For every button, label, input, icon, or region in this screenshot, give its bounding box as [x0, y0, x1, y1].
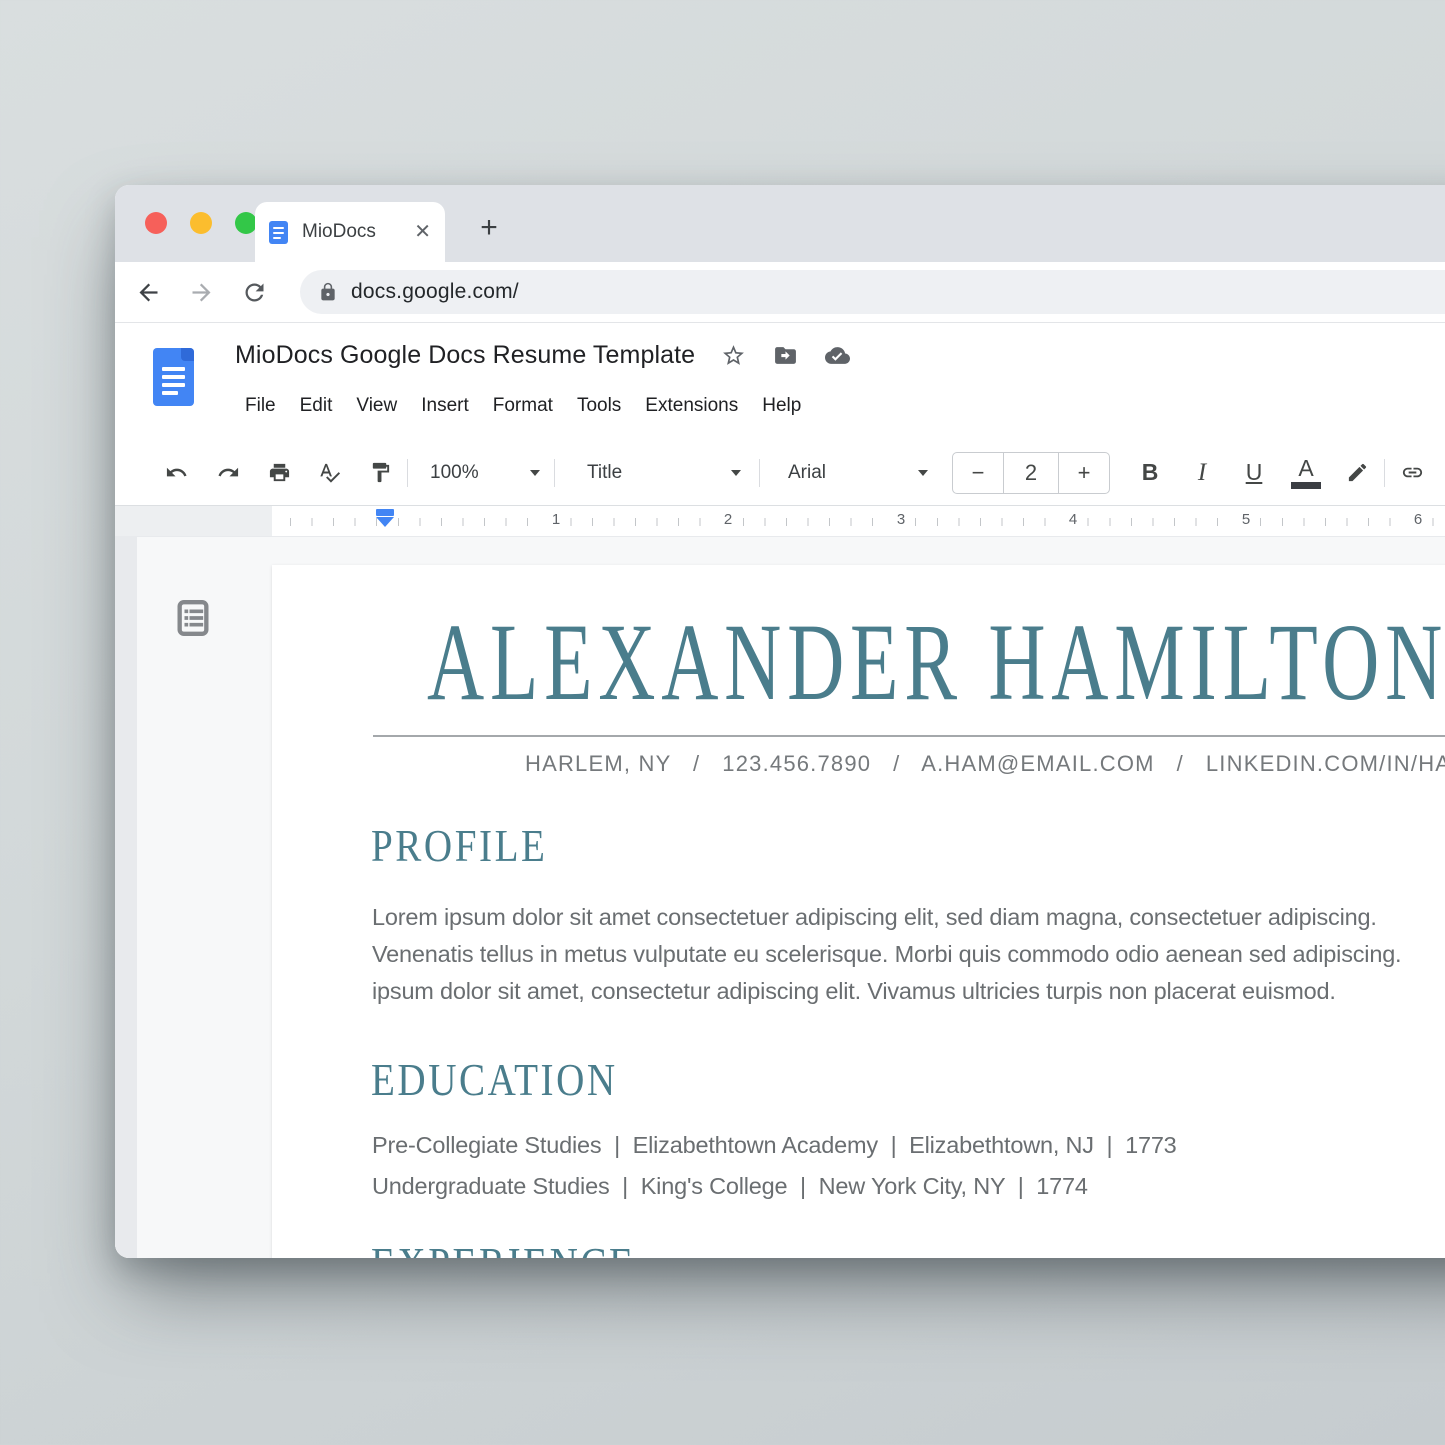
spellcheck-button[interactable] [310, 454, 348, 492]
undo-icon [165, 461, 188, 484]
tab-miodocs[interactable]: MioDocs ✕ [255, 202, 445, 262]
spellcheck-icon [318, 461, 341, 484]
text-color-swatch [1291, 482, 1321, 489]
document-outline-button[interactable] [173, 598, 213, 644]
font-size-control: − 2 + [952, 452, 1110, 494]
back-button[interactable] [131, 275, 165, 309]
horizontal-ruler: 1 2 3 4 5 6 [115, 506, 1445, 537]
undo-button[interactable] [157, 454, 195, 492]
redo-icon [217, 461, 240, 484]
ruler-mark: 4 [1065, 511, 1081, 528]
browser-navbar: docs.google.com/ [115, 262, 1445, 323]
bold-button[interactable]: B [1128, 453, 1172, 493]
zoom-window-button[interactable] [235, 212, 257, 234]
font-select[interactable]: Arial [778, 462, 928, 484]
style-value: Title [587, 462, 622, 484]
document-page[interactable]: ALEXANDER HAMILTON HARLEM, NY / 123.456.… [272, 565, 1445, 1258]
underline-button[interactable]: U [1232, 453, 1276, 493]
viewport-edge [115, 537, 137, 1258]
insert-link-button[interactable] [1393, 454, 1431, 492]
paragraph-style-select[interactable]: Title [573, 462, 741, 484]
menu-tools[interactable]: Tools [565, 389, 633, 423]
menu-bar: File Edit View Insert Format Tools Exten… [233, 389, 813, 423]
arrow-back-icon [135, 279, 162, 306]
indent-marker[interactable] [376, 509, 394, 527]
url-bar[interactable]: docs.google.com/ [300, 270, 1445, 314]
education-line: Pre-Collegiate Studies | Elizabethtown A… [372, 1132, 1177, 1159]
tab-strip: MioDocs ✕ + [115, 185, 1445, 262]
menu-help[interactable]: Help [750, 389, 813, 423]
paint-roller-icon [369, 461, 392, 484]
print-button[interactable] [260, 454, 298, 492]
document-title[interactable]: MioDocs Google Docs Resume Template [235, 341, 695, 370]
ruler-mark: 1 [548, 511, 564, 528]
print-icon [268, 461, 291, 484]
chevron-down-icon [731, 470, 741, 476]
arrow-forward-icon [188, 279, 215, 306]
contact-line: HARLEM, NY / 123.456.7890 / A.HAM@EMAIL.… [525, 751, 1445, 777]
decrease-font-size-button[interactable]: − [953, 453, 1003, 493]
profile-text-line: Lorem ipsum dolor sit amet consectetuer … [372, 904, 1377, 931]
docs-favicon-icon [269, 221, 288, 244]
education-heading: EDUCATION [371, 1057, 618, 1103]
font-value: Arial [788, 462, 826, 484]
lock-icon [318, 282, 338, 302]
text-color-label: A [1298, 457, 1313, 480]
tab-close-icon[interactable]: ✕ [414, 222, 431, 242]
education-line: Undergraduate Studies | King's College |… [372, 1173, 1088, 1200]
browser-window: MioDocs ✕ + docs.google.com/ MioDocs Goo… [115, 185, 1445, 1258]
document-viewport: ALEXANDER HAMILTON HARLEM, NY / 123.456.… [115, 537, 1445, 1258]
chevron-down-icon [530, 470, 540, 476]
docs-app-icon[interactable] [153, 348, 194, 406]
ruler-ticks [290, 518, 1445, 526]
tab-title: MioDocs [302, 221, 414, 243]
minimize-window-button[interactable] [190, 212, 212, 234]
zoom-select[interactable]: 100% [430, 462, 540, 484]
name-underline-rule [373, 735, 1445, 737]
link-icon [1401, 461, 1424, 484]
paint-format-button[interactable] [361, 454, 399, 492]
redo-button[interactable] [209, 454, 247, 492]
resume-name: ALEXANDER HAMILTON [427, 607, 1445, 717]
cloud-saved-icon[interactable] [825, 343, 850, 368]
move-folder-icon[interactable] [773, 343, 798, 368]
ruler-mark: 5 [1238, 511, 1254, 528]
close-window-button[interactable] [145, 212, 167, 234]
menu-file[interactable]: File [233, 389, 288, 423]
ruler-mark: 3 [893, 511, 909, 528]
highlight-color-button[interactable] [1338, 454, 1376, 492]
format-toolbar: 100% Title Arial − 2 + B I U A [115, 440, 1445, 506]
italic-button[interactable]: I [1180, 453, 1224, 493]
experience-heading: EXPERIENCE [371, 1241, 635, 1258]
new-tab-button[interactable]: + [473, 213, 505, 245]
highlighter-icon [1346, 461, 1369, 484]
reload-button[interactable] [237, 275, 271, 309]
outline-icon [173, 598, 213, 638]
profile-text-line: Venenatis tellus in metus vulputate eu s… [372, 941, 1401, 968]
forward-button[interactable] [184, 275, 218, 309]
text-color-button[interactable]: A [1284, 453, 1328, 493]
reload-icon [241, 279, 268, 306]
menu-view[interactable]: View [344, 389, 409, 423]
star-icon[interactable] [721, 343, 746, 368]
increase-font-size-button[interactable]: + [1059, 453, 1109, 493]
ruler-mark: 6 [1410, 511, 1426, 528]
profile-text-line: ipsum dolor sit amet, consectetur adipis… [372, 978, 1336, 1005]
url-text: docs.google.com/ [351, 280, 519, 304]
ruler-mark: 2 [720, 511, 736, 528]
menu-extensions[interactable]: Extensions [633, 389, 750, 423]
menu-format[interactable]: Format [481, 389, 565, 423]
menu-insert[interactable]: Insert [409, 389, 481, 423]
menu-edit[interactable]: Edit [288, 389, 345, 423]
zoom-value: 100% [430, 462, 479, 484]
chevron-down-icon [918, 470, 928, 476]
font-size-value[interactable]: 2 [1003, 453, 1059, 493]
window-controls [145, 212, 257, 234]
profile-heading: PROFILE [371, 823, 547, 869]
docs-header: MioDocs Google Docs Resume Template File… [115, 323, 1445, 440]
